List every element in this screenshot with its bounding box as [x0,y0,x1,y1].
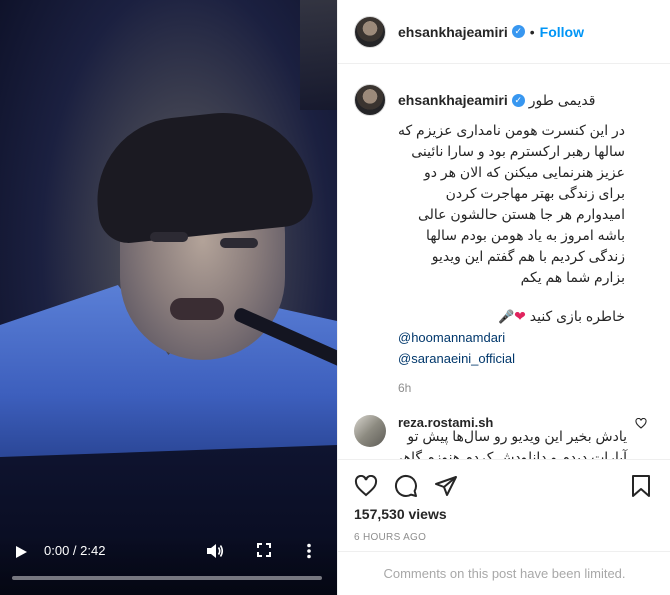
share-icon[interactable] [434,474,474,498]
more-options-icon[interactable] [306,543,312,559]
post-side-panel: ehsankhajeamiri ✓ • Follow ehsankhajeami… [337,0,670,595]
post-header: ehsankhajeamiri ✓ • Follow [338,0,670,64]
mention-link[interactable]: @hoomannamdari [398,327,655,348]
post-timestamp[interactable]: 6 HOURS AGO [354,532,655,543]
video-frame [0,0,337,595]
performer-mouth [170,298,224,320]
performer-eye-right [220,238,258,248]
caption-avatar[interactable] [354,84,386,116]
caption-text: در این کنسرت هومن نامداری عزیزم که سالها… [354,120,655,327]
caption-age: 6h [398,381,412,395]
time-separator: / [69,543,81,558]
caption-emoji-line: خاطره بازی کنید ❤🎤 [398,306,625,327]
author-username[interactable]: ehsankhajeamiri [398,24,508,40]
comment-text: یادش بخیر این ویدیو رو سال‌ها پیش تو آپا… [392,428,627,459]
caption-username[interactable]: ehsankhajeamiri [398,92,508,108]
caption-prefix: قدیمی طور [528,91,596,108]
performer-hair [89,104,316,246]
microphone-emoji-icon: 🎤 [497,309,515,324]
play-icon[interactable] [14,545,28,559]
verified-icon: ✓ [511,25,525,38]
comment-like-icon[interactable] [635,418,647,429]
mention-link[interactable]: @saranaeini_official [398,348,655,369]
current-time: 0:00 [44,543,70,558]
separator-dot: • [529,23,535,40]
follow-button[interactable]: Follow [540,24,584,40]
comment-icon[interactable] [394,474,434,498]
bookmark-icon[interactable] [631,474,655,498]
comment-item: reza.rostami.sh یادش بخیر این ویدیو رو س… [354,415,655,459]
duration: 2:42 [80,543,106,558]
caption-emoji-text: خاطره بازی کنید [529,308,625,324]
author-avatar[interactable] [354,15,386,48]
video-time: 0:00 / 2:42 [44,543,105,558]
action-icon-row [354,466,655,506]
volume-icon[interactable] [206,543,224,559]
video-progress-bar[interactable] [12,576,322,580]
commenter-avatar[interactable] [354,415,386,447]
caption-paragraph: در این کنسرت هومن نامداری عزیزم که سالها… [398,122,625,285]
video-player[interactable]: 0:00 / 2:42 [0,0,337,595]
post-actions: 157,530 views 6 HOURS AGO [338,459,670,559]
view-count[interactable]: 157,530 views [354,506,655,522]
comments-limited-notice: Comments on this post have been limited. [338,551,670,595]
heart-emoji-icon: ❤ [514,308,526,324]
comments-section[interactable]: ehsankhajeamiri ✓ قدیمی طور در این کنسرت… [338,64,670,459]
like-icon[interactable] [354,474,394,498]
fullscreen-icon[interactable] [257,543,271,557]
performer-eye-left [150,232,188,242]
stage-light [300,0,337,110]
caption-header: ehsankhajeamiri ✓ قدیمی طور [354,84,655,116]
verified-icon: ✓ [511,93,525,107]
